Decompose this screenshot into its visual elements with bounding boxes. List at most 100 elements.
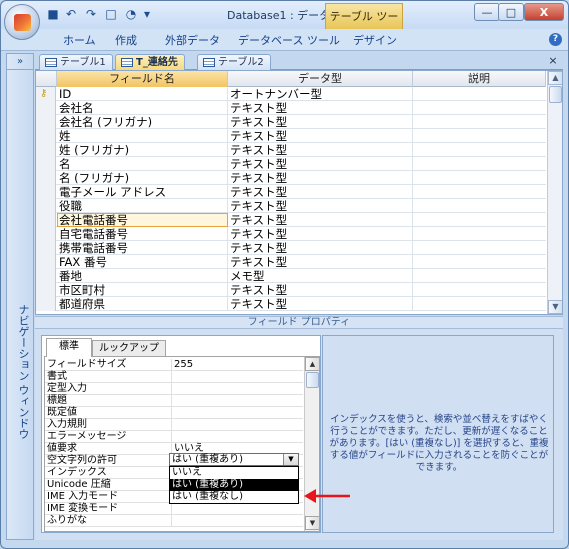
data-type-cell[interactable]: テキスト型 xyxy=(228,199,413,213)
minimize-button[interactable]: — xyxy=(474,3,500,21)
table-row[interactable]: 都道府県 テキスト型 xyxy=(36,297,546,311)
field-name-cell[interactable]: 姓 (フリガナ) xyxy=(57,143,228,157)
property-value[interactable] xyxy=(171,419,301,431)
grid-scrollbar[interactable]: ▲ ▼ xyxy=(547,71,562,314)
scroll-down-icon[interactable]: ▼ xyxy=(305,516,319,530)
scroll-thumb[interactable] xyxy=(549,86,562,103)
doc-tab-table2[interactable]: テーブル2 xyxy=(197,54,271,70)
field-name-cell[interactable]: FAX 番号 xyxy=(57,255,228,269)
table-row[interactable]: 名テキスト型 xyxy=(36,157,546,171)
table-row[interactable]: 携帯電話番号 テキスト型 xyxy=(36,241,546,255)
redo-icon[interactable]: ↷ xyxy=(84,8,98,21)
property-row[interactable]: 既定値 xyxy=(45,407,303,419)
tab-lookup[interactable]: ルックアップ xyxy=(92,340,166,356)
header-data-type[interactable]: データ型 xyxy=(228,71,413,87)
table-row[interactable]: 番地 メモ型 xyxy=(36,269,546,283)
field-name-cell[interactable]: 姓 xyxy=(57,129,228,143)
description-cell[interactable] xyxy=(413,143,546,157)
row-selector[interactable] xyxy=(36,269,56,283)
row-selector[interactable] xyxy=(36,101,56,115)
help-icon[interactable]: ? xyxy=(549,33,562,46)
undo-icon[interactable]: ↶ xyxy=(64,8,78,21)
navigation-pane[interactable]: » ナビゲーション ウィンドウ xyxy=(6,53,34,540)
tab-database-tools[interactable]: データベース ツール xyxy=(234,32,344,50)
description-cell[interactable] xyxy=(413,115,546,129)
data-type-cell[interactable]: テキスト型 xyxy=(228,115,413,129)
data-type-cell[interactable]: テキスト型 xyxy=(228,227,413,241)
field-name-cell[interactable]: 会社電話番号 xyxy=(57,213,228,227)
table-row[interactable]: 自宅電話番号 テキスト型 xyxy=(36,227,546,241)
open-icon[interactable]: ◔ xyxy=(124,8,138,21)
table-row[interactable]: ⚷ ID オートナンバー型 xyxy=(36,87,546,101)
table-row[interactable]: 会社名 (フリガナ) テキスト型 xyxy=(36,115,546,129)
tab-create[interactable]: 作成 xyxy=(111,32,141,50)
tab-external-data[interactable]: 外部データ xyxy=(161,32,224,50)
description-cell[interactable] xyxy=(413,199,546,213)
field-name-cell[interactable]: 自宅電話番号 xyxy=(57,227,228,241)
property-value[interactable] xyxy=(171,383,301,395)
field-name-cell[interactable]: 番地 xyxy=(57,269,228,283)
row-selector[interactable] xyxy=(36,199,56,213)
dropdown-arrow-icon[interactable]: ▼ xyxy=(283,454,298,465)
field-name-cell[interactable]: 役職 xyxy=(57,199,228,213)
data-type-cell[interactable]: テキスト型 xyxy=(228,283,413,297)
data-type-cell[interactable]: テキスト型 xyxy=(228,101,413,115)
property-value[interactable]: 255 xyxy=(171,359,301,371)
table-row[interactable]: FAX 番号 テキスト型 xyxy=(36,255,546,269)
scroll-down-icon[interactable]: ▼ xyxy=(548,300,562,314)
header-field-name[interactable]: フィールド名 xyxy=(57,71,228,87)
maximize-button[interactable]: □ xyxy=(498,3,524,21)
row-selector[interactable] xyxy=(36,115,56,129)
field-name-cell[interactable]: 都道府県 xyxy=(57,297,228,311)
row-selector[interactable] xyxy=(36,283,56,297)
close-document-icon[interactable]: × xyxy=(546,54,560,68)
data-type-cell[interactable]: テキスト型 xyxy=(228,143,413,157)
data-type-cell[interactable]: テキスト型 xyxy=(228,213,413,227)
table-design-grid[interactable]: フィールド名 データ型 説明 ⚷ ID オートナンバー型 会社名 テキスト型 会社名 (フ… xyxy=(35,70,563,315)
description-cell[interactable] xyxy=(413,213,546,227)
row-selector[interactable] xyxy=(36,255,56,269)
description-cell[interactable] xyxy=(413,171,546,185)
properties-table[interactable]: フィールドサイズ 255 書式 定型入力 標題 既定値 入力規則 エラーメッセージ 値要求 いいえ… xyxy=(44,356,320,532)
property-row[interactable]: エラーメッセージ xyxy=(45,431,303,443)
index-dropdown-list[interactable]: いいえ はい (重複あり) はい (重複なし) xyxy=(169,466,299,504)
office-button[interactable] xyxy=(4,4,40,40)
row-selector[interactable] xyxy=(36,171,56,185)
save-icon[interactable]: ■ xyxy=(46,8,60,21)
data-type-cell[interactable]: テキスト型 xyxy=(228,171,413,185)
data-type-cell[interactable]: テキスト型 xyxy=(228,185,413,199)
description-cell[interactable] xyxy=(413,283,546,297)
data-type-cell[interactable]: テキスト型 xyxy=(228,297,413,311)
header-description[interactable]: 説明 xyxy=(413,71,546,87)
table-row[interactable]: 姓 (フリガナ) テキスト型 xyxy=(36,143,546,157)
property-row[interactable]: 入力規則 xyxy=(45,419,303,431)
property-row[interactable]: 書式 xyxy=(45,371,303,383)
description-cell[interactable] xyxy=(413,101,546,115)
field-name-cell[interactable]: 電子メール アドレス xyxy=(57,185,228,199)
field-name-cell[interactable]: 会社名 xyxy=(57,101,228,115)
property-row[interactable]: 定型入力 xyxy=(45,383,303,395)
table-row[interactable]: 役職 テキスト型 xyxy=(36,199,546,213)
dropdown-option[interactable]: はい (重複なし) xyxy=(170,491,298,503)
description-cell[interactable] xyxy=(413,297,546,311)
row-selector[interactable] xyxy=(36,213,56,227)
tab-general[interactable]: 標準 xyxy=(46,338,92,357)
dropdown-option[interactable]: はい (重複あり) xyxy=(170,479,298,491)
field-name-cell[interactable]: 携帯電話番号 xyxy=(57,241,228,255)
property-row[interactable]: 標題 xyxy=(45,395,303,407)
dropdown-option[interactable]: いいえ xyxy=(170,467,298,479)
description-cell[interactable] xyxy=(413,227,546,241)
field-name-cell[interactable]: 会社名 (フリガナ) xyxy=(57,115,228,129)
description-cell[interactable] xyxy=(413,255,546,269)
property-value[interactable] xyxy=(171,395,301,407)
doc-tab-contacts[interactable]: T_連絡先 xyxy=(115,54,185,70)
property-value[interactable] xyxy=(171,503,301,515)
description-cell[interactable] xyxy=(413,129,546,143)
new-document-icon[interactable]: □ xyxy=(104,8,118,21)
table-row[interactable]: 会社電話番号 テキスト型 xyxy=(36,213,546,227)
table-row[interactable]: 市区町村 テキスト型 xyxy=(36,283,546,297)
data-type-cell[interactable]: オートナンバー型 xyxy=(228,87,413,101)
row-selector[interactable]: ⚷ xyxy=(36,87,56,101)
field-name-cell[interactable]: ID xyxy=(57,87,228,101)
scroll-thumb[interactable] xyxy=(306,372,319,388)
